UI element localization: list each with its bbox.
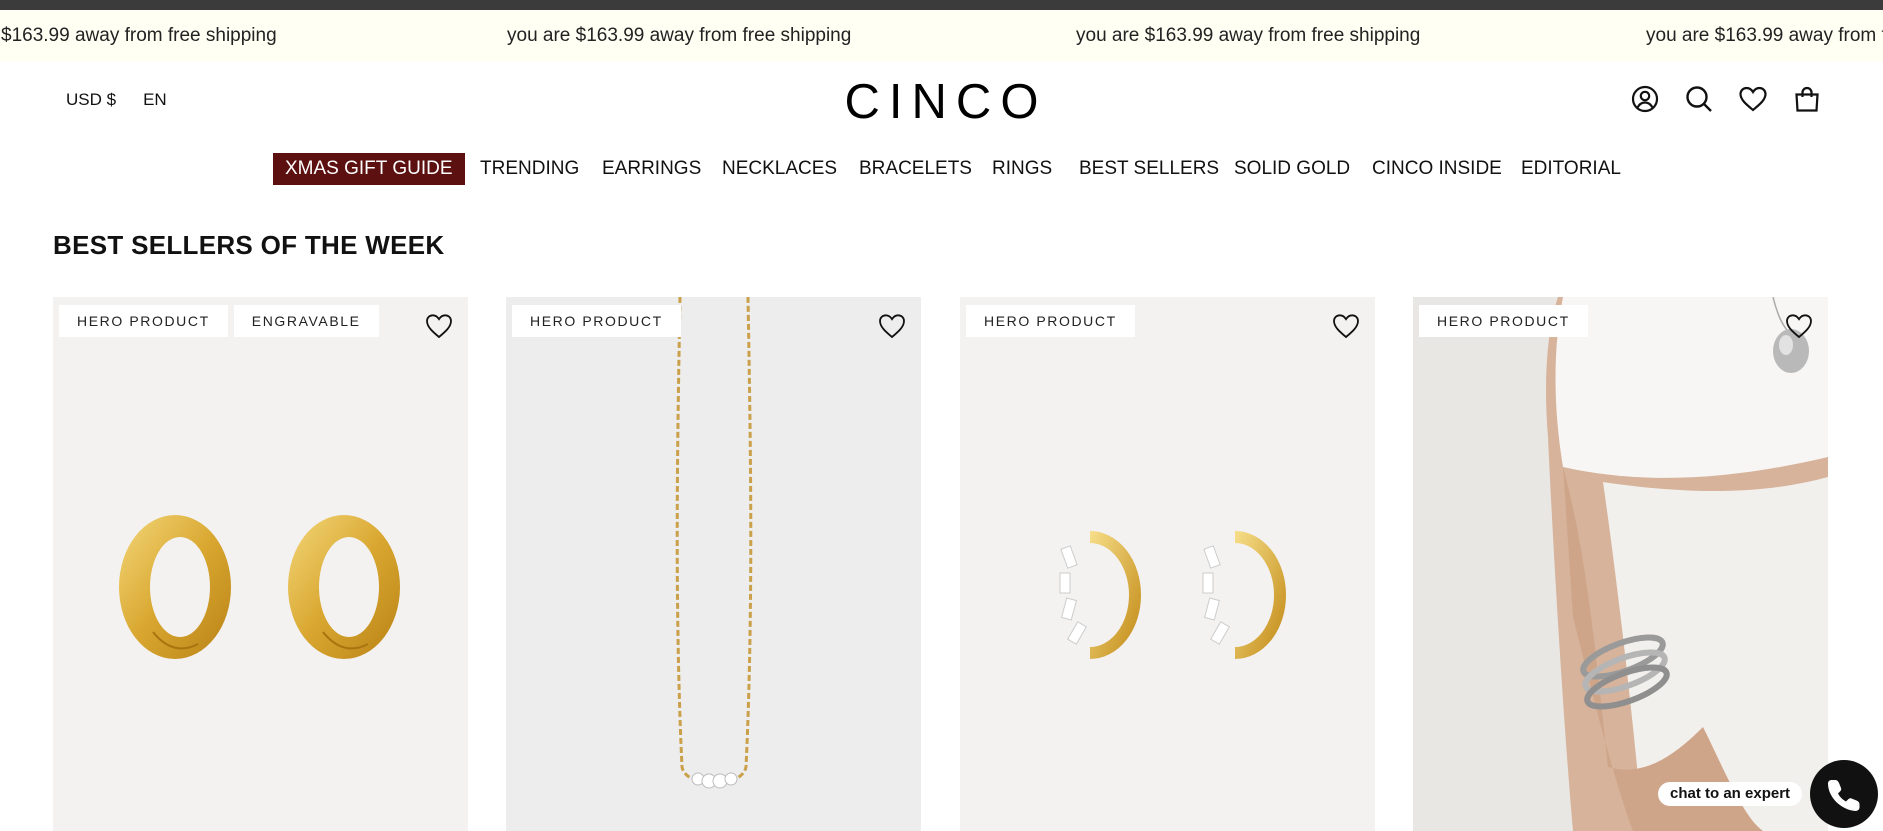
account-icon[interactable] bbox=[1629, 83, 1661, 115]
nav-item-editorial[interactable]: EDITORIAL bbox=[1521, 153, 1621, 185]
announcement-text: you are $163.99 away from free shipping bbox=[1076, 25, 1421, 46]
nav-item-solid-gold[interactable]: SOLID GOLD bbox=[1234, 153, 1350, 185]
nav-item-rings[interactable]: RINGS bbox=[992, 153, 1052, 185]
badge-engravable: ENGRAVABLE bbox=[233, 305, 379, 337]
site-header: USD $ EN CINCO bbox=[0, 62, 1883, 136]
nav-item-best-sellers[interactable]: BEST SELLERS bbox=[1079, 153, 1219, 185]
chat-button[interactable] bbox=[1810, 760, 1878, 828]
add-to-wishlist-heart-icon[interactable] bbox=[1784, 311, 1814, 341]
browser-top-strip bbox=[0, 0, 1883, 10]
brand-logo[interactable]: CINCO bbox=[0, 74, 1883, 130]
wishlist-heart-icon[interactable] bbox=[1737, 83, 1769, 115]
add-to-wishlist-heart-icon[interactable] bbox=[1331, 311, 1361, 341]
header-actions bbox=[1629, 83, 1823, 115]
product-badges: HERO PRODUCT bbox=[966, 305, 1135, 337]
cart-bag-icon[interactable] bbox=[1791, 83, 1823, 115]
product-badges: HERO PRODUCT ENGRAVABLE bbox=[59, 305, 379, 337]
product-badges: HERO PRODUCT bbox=[512, 305, 681, 337]
badge-hero-product: HERO PRODUCT bbox=[966, 305, 1135, 337]
nav-item-necklaces[interactable]: NECKLACES bbox=[722, 153, 837, 185]
add-to-wishlist-heart-icon[interactable] bbox=[424, 311, 454, 341]
product-card[interactable]: HERO PRODUCT bbox=[960, 297, 1375, 831]
announcement-bar: $163.99 away from free shipping you are … bbox=[0, 10, 1883, 62]
nav-item-xmas-gift-guide[interactable]: XMAS GIFT GUIDE bbox=[273, 153, 465, 185]
product-badges: HERO PRODUCT bbox=[1419, 305, 1588, 337]
product-card[interactable]: HERO PRODUCT bbox=[1413, 297, 1828, 831]
product-image-necklace[interactable] bbox=[506, 297, 921, 831]
announcement-text: you are $163.99 away from free shipping bbox=[507, 25, 852, 46]
product-image-hoop-earrings[interactable] bbox=[53, 297, 468, 831]
main-navigation: XMAS GIFT GUIDE TRENDING EARRINGS NECKLA… bbox=[0, 153, 1883, 185]
badge-hero-product: HERO PRODUCT bbox=[59, 305, 228, 337]
nav-item-cinco-inside[interactable]: CINCO INSIDE bbox=[1372, 153, 1502, 185]
announcement-text: you are $163.99 away from free shipping bbox=[1646, 25, 1883, 46]
product-image-huggie-earrings[interactable] bbox=[960, 297, 1375, 831]
section-title: BEST SELLERS OF THE WEEK bbox=[53, 230, 445, 260]
product-card[interactable]: HERO PRODUCT ENGRAVABLE bbox=[53, 297, 468, 831]
product-image-model-bangles[interactable] bbox=[1413, 297, 1828, 831]
add-to-wishlist-heart-icon[interactable] bbox=[877, 311, 907, 341]
chat-label[interactable]: chat to an expert bbox=[1658, 782, 1803, 806]
product-card[interactable]: HERO PRODUCT bbox=[506, 297, 921, 831]
nav-item-bracelets[interactable]: BRACELETS bbox=[859, 153, 972, 185]
chat-widget: chat to an expert bbox=[1658, 758, 1883, 831]
phone-icon bbox=[1828, 780, 1860, 811]
nav-item-trending[interactable]: TRENDING bbox=[480, 153, 579, 185]
badge-hero-product: HERO PRODUCT bbox=[512, 305, 681, 337]
search-icon[interactable] bbox=[1683, 83, 1715, 115]
nav-item-earrings[interactable]: EARRINGS bbox=[602, 153, 701, 185]
announcement-text: $163.99 away from free shipping bbox=[1, 25, 277, 46]
badge-hero-product: HERO PRODUCT bbox=[1419, 305, 1588, 337]
